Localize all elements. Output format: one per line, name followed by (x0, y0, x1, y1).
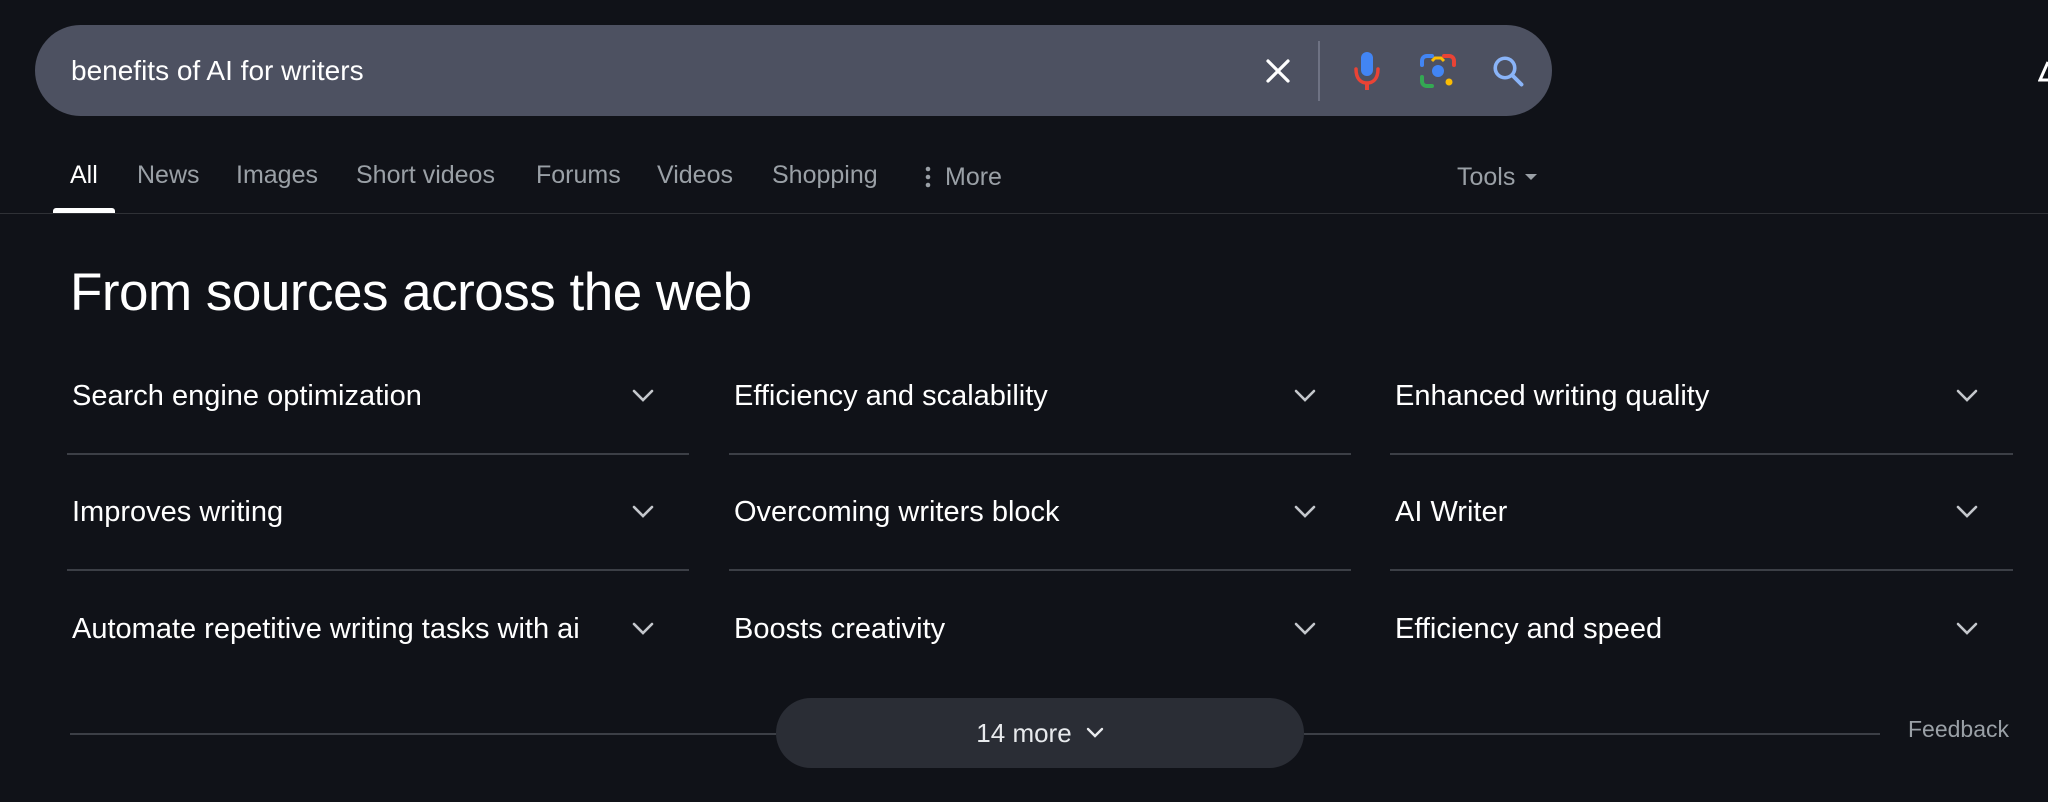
sources-grid: Search engine optimization Efficiency an… (67, 339, 2013, 687)
search-submit-button[interactable] (1480, 25, 1536, 116)
list-item[interactable]: Overcoming writers block (729, 455, 1351, 571)
list-item-label: Overcoming writers block (734, 495, 1060, 528)
search-tabs: All News Images Short videos Forums Vide… (0, 140, 2048, 214)
chevron-down-icon (1951, 380, 1983, 412)
search-input[interactable]: benefits of AI for writers (71, 25, 364, 116)
chevron-down-icon (627, 380, 659, 412)
list-item-label: Search engine optimization (72, 379, 422, 412)
chevron-down-icon (1289, 613, 1321, 645)
bottom-divider-left (70, 733, 776, 735)
list-item[interactable]: Efficiency and scalability (729, 339, 1351, 455)
chevron-down-icon (1951, 496, 1983, 528)
partial-edge-icon (2038, 61, 2048, 82)
list-item-label: Enhanced writing quality (1395, 379, 1710, 412)
tools-button[interactable]: Tools (1457, 140, 1538, 213)
feedback-link[interactable]: Feedback (1908, 716, 2009, 743)
show-more-label: 14 more (976, 717, 1072, 748)
caret-down-icon (1525, 173, 1538, 181)
tab-shopping[interactable]: Shopping (772, 140, 878, 213)
chevron-down-icon (1086, 727, 1104, 739)
camera-lens-icon (1420, 53, 1456, 88)
tab-more-label: More (945, 162, 1002, 191)
list-item[interactable]: AI Writer (1390, 455, 2013, 571)
lens-search-button[interactable] (1410, 25, 1466, 116)
section-heading: From sources across the web (70, 263, 752, 322)
show-more-button[interactable]: 14 more (776, 698, 1304, 768)
tab-all[interactable]: All (70, 140, 98, 213)
tab-videos[interactable]: Videos (657, 140, 733, 213)
clear-search-button[interactable] (1253, 25, 1303, 116)
search-icon (1493, 55, 1524, 86)
list-item-label: Efficiency and speed (1395, 612, 1663, 645)
close-icon (1266, 58, 1290, 83)
list-item-label: Improves writing (72, 495, 284, 528)
tab-news[interactable]: News (137, 140, 200, 213)
chevron-down-icon (1289, 496, 1321, 528)
list-item[interactable]: Boosts creativity (729, 571, 1351, 687)
list-item[interactable]: Efficiency and speed (1390, 571, 2013, 687)
searchbar-divider (1318, 41, 1320, 101)
tab-images[interactable]: Images (236, 140, 318, 213)
list-item[interactable]: Enhanced writing quality (1390, 339, 2013, 455)
list-item-label: AI Writer (1395, 495, 1508, 528)
chevron-down-icon (1289, 380, 1321, 412)
list-item[interactable]: Automate repetitive writing tasks with a… (67, 571, 689, 687)
search-bar[interactable]: benefits of AI for writers (35, 25, 1552, 116)
list-item-label: Boosts creativity (734, 612, 946, 645)
tab-short-videos[interactable]: Short videos (356, 140, 495, 213)
tools-label: Tools (1457, 162, 1516, 191)
microphone-icon (1354, 51, 1380, 90)
tab-forums[interactable]: Forums (536, 140, 621, 213)
chevron-down-icon (627, 496, 659, 528)
chevron-down-icon (627, 613, 659, 645)
list-item-label: Efficiency and scalability (734, 379, 1048, 412)
tab-more[interactable]: More (925, 140, 1002, 213)
more-vert-icon (925, 166, 931, 188)
active-tab-indicator (53, 208, 115, 213)
list-item[interactable]: Improves writing (67, 455, 689, 571)
chevron-down-icon (1951, 613, 1983, 645)
bottom-divider-right (1304, 733, 1880, 735)
voice-search-button[interactable] (1340, 25, 1394, 116)
list-item-label: Automate repetitive writing tasks with a… (72, 612, 580, 645)
list-item[interactable]: Search engine optimization (67, 339, 689, 455)
